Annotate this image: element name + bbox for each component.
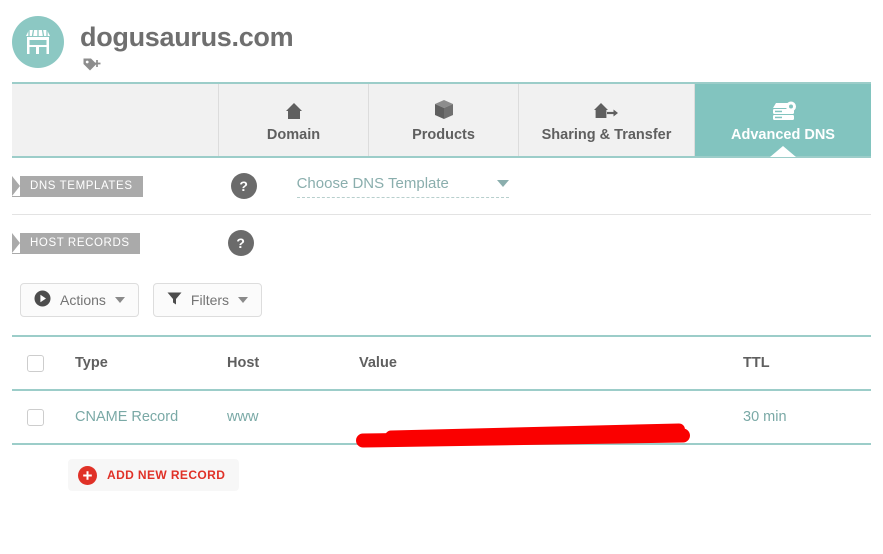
record-host: www xyxy=(227,409,259,425)
dns-template-select-value: Choose DNS Template xyxy=(296,174,449,192)
row-checkbox[interactable] xyxy=(27,408,44,426)
column-header-value: Value xyxy=(359,355,397,371)
tab-products[interactable]: Products xyxy=(369,84,519,156)
select-all-checkbox[interactable] xyxy=(27,354,44,372)
tab-sharing-transfer-label: Sharing & Transfer xyxy=(541,126,672,143)
filters-button[interactable]: Filters xyxy=(152,283,263,317)
add-new-record-label: ADD NEW RECORD xyxy=(107,468,226,482)
dns-template-select[interactable]: Choose DNS Template xyxy=(296,174,509,198)
add-new-record-button[interactable]: ADD NEW RECORD xyxy=(68,459,240,491)
records-toolbar: Actions Filters xyxy=(0,271,883,317)
actions-button-label: Actions xyxy=(60,292,106,308)
dns-templates-help-icon[interactable]: ? xyxy=(230,173,257,199)
page-title: dogusaurus.com xyxy=(80,22,294,52)
tab-spacer xyxy=(12,84,219,156)
host-records-table: Type Host Value TTL CNAME Record www 30 … xyxy=(12,335,871,448)
table-row[interactable]: CNAME Record www 30 min xyxy=(12,391,871,448)
house-icon xyxy=(283,98,305,122)
column-header-type: Type xyxy=(75,355,108,371)
funnel-icon xyxy=(167,291,182,309)
host-records-section: HOST RECORDS ? xyxy=(0,215,883,271)
dns-templates-ribbon: DNS TEMPLATES xyxy=(12,175,143,197)
column-header-ttl: TTL xyxy=(743,355,770,371)
tab-products-label: Products xyxy=(412,126,475,143)
plus-circle-icon xyxy=(78,465,97,485)
play-circle-icon xyxy=(34,290,51,310)
box-icon xyxy=(433,98,455,122)
server-gear-icon xyxy=(769,98,797,122)
tag-plus-icon[interactable] xyxy=(82,56,102,74)
record-type: CNAME Record xyxy=(75,409,179,425)
storefront-icon xyxy=(12,16,64,68)
page-header: dogusaurus.com xyxy=(0,0,883,82)
tab-domain-label: Domain xyxy=(266,126,321,143)
main-tabs: Domain Products Sharing & Transfer Advan… xyxy=(12,82,871,158)
chevron-down-icon xyxy=(238,297,249,303)
filters-button-label: Filters xyxy=(190,292,230,308)
table-header-row: Type Host Value TTL xyxy=(12,337,871,389)
dns-templates-section: DNS TEMPLATES ? Choose DNS Template xyxy=(0,158,883,214)
actions-button[interactable]: Actions xyxy=(20,283,139,317)
host-records-help-icon[interactable]: ? xyxy=(227,230,254,256)
tab-advanced-dns-label: Advanced DNS xyxy=(731,126,835,143)
active-tab-pointer xyxy=(770,146,796,157)
chevron-down-icon xyxy=(496,179,509,187)
host-records-ribbon: HOST RECORDS xyxy=(12,232,140,254)
tab-sharing-transfer[interactable]: Sharing & Transfer xyxy=(519,84,695,156)
column-header-host: Host xyxy=(227,355,260,371)
tab-domain[interactable]: Domain xyxy=(219,84,369,156)
tab-advanced-dns[interactable]: Advanced DNS xyxy=(695,84,871,157)
add-record-row: ADD NEW RECORD xyxy=(0,445,883,491)
house-arrow-icon xyxy=(593,98,621,122)
record-ttl: 30 min xyxy=(743,409,787,425)
chevron-down-icon xyxy=(114,297,125,303)
